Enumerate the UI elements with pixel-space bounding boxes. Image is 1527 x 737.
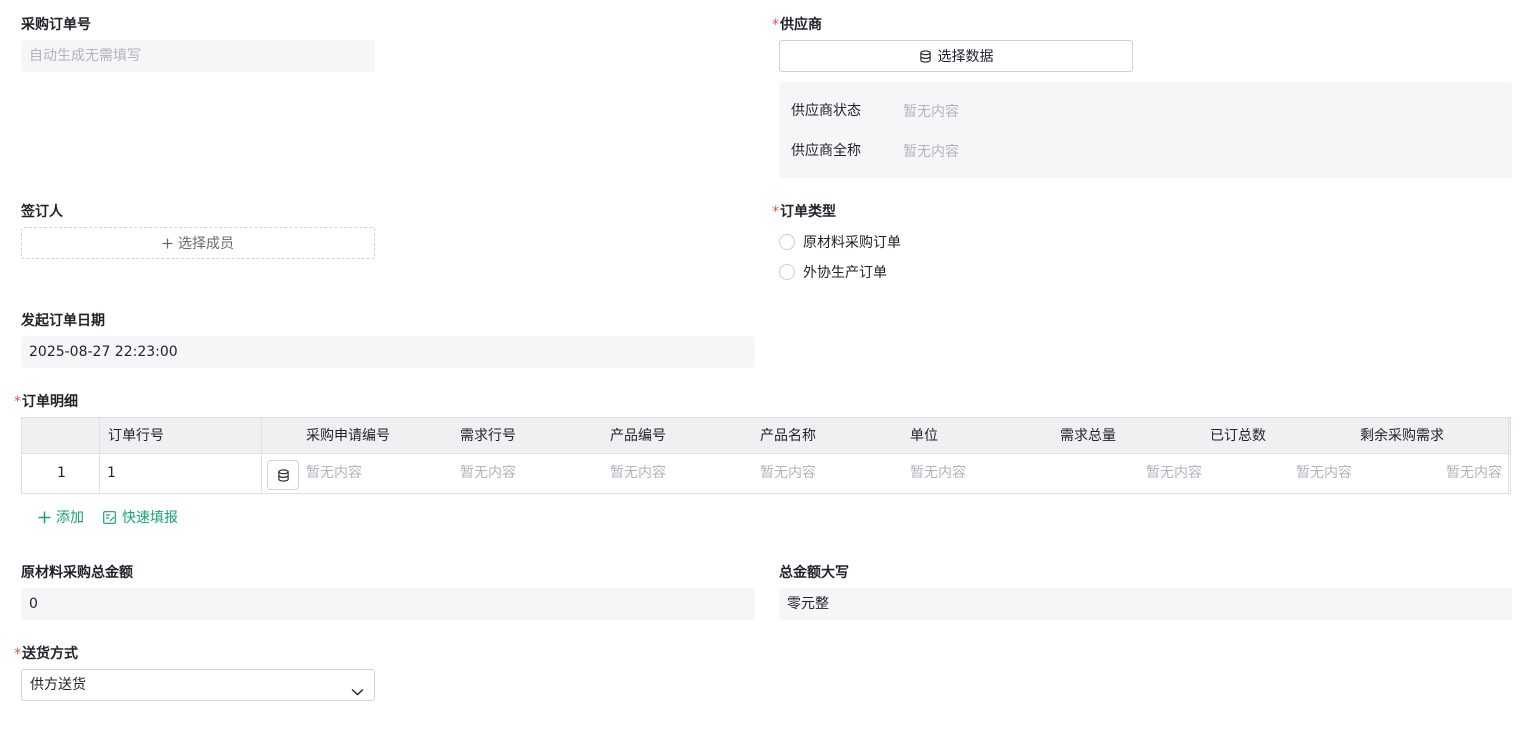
cell-product-code: 暂无内容: [610, 465, 666, 481]
total-amount-field: 0: [21, 588, 755, 620]
supplier-status-label: 供应商状态: [791, 103, 861, 119]
delivery-select[interactable]: 供方送货: [21, 669, 375, 701]
column-header: 产品编号: [610, 428, 666, 444]
select-supplier-button[interactable]: 选择数据: [779, 40, 1133, 72]
table-header: 订单行号 采购申请编号 需求行号 产品编号 产品名称 单位 需求总量 已订总数 …: [22, 418, 1510, 454]
supplier-label-text: 供应商: [780, 17, 822, 33]
delivery-label-text: 送货方式: [22, 646, 78, 662]
order-date-field: 2025-08-27 22:23:00: [21, 336, 755, 368]
cell-unit: 暂无内容: [910, 465, 966, 481]
po-number-label: 采购订单号: [21, 17, 91, 33]
column-divider: [1508, 418, 1509, 493]
signer-label: 签订人: [21, 204, 63, 220]
supplier-fullname-value: 暂无内容: [903, 144, 959, 160]
cell-line-no[interactable]: 1: [107, 454, 116, 493]
quick-fill-button[interactable]: 快速填报: [103, 507, 178, 527]
radio-circle[interactable]: [779, 264, 795, 280]
cell-remaining: 暂无内容: [1446, 465, 1502, 481]
amount-capital-field: 零元整: [779, 588, 1512, 620]
database-icon: [919, 49, 932, 63]
quick-fill-label: 快速填报: [122, 510, 178, 526]
order-type-option-outsourcing[interactable]: 外协生产订单: [779, 262, 887, 282]
delivery-select-value: 供方送货: [30, 677, 86, 693]
add-row-button[interactable]: 添加: [38, 507, 84, 527]
order-details-label-text: 订单明细: [22, 394, 78, 410]
order-type-option-raw-material[interactable]: 原材料采购订单: [779, 232, 901, 252]
column-header: 单位: [910, 428, 938, 444]
required-mark: *: [772, 17, 779, 33]
supplier-label: *供应商: [772, 15, 822, 35]
order-type-label-text: 订单类型: [780, 204, 836, 220]
radio-circle[interactable]: [779, 234, 795, 250]
column-header: 剩余采购需求: [1360, 428, 1444, 444]
cell-request-no: 暂无内容: [306, 465, 362, 481]
order-details-table: 订单行号 采购申请编号 需求行号 产品编号 产品名称 单位 需求总量 已订总数 …: [21, 417, 1511, 494]
select-supplier-label: 选择数据: [937, 49, 994, 65]
cell-demand-line: 暂无内容: [460, 465, 516, 481]
column-divider: [99, 418, 100, 493]
order-date-label: 发起订单日期: [21, 313, 105, 329]
amount-capital-label: 总金额大写: [779, 565, 849, 581]
cell-total-demand: 暂无内容: [1146, 465, 1202, 481]
select-member-label: 选择成员: [178, 236, 234, 252]
radio-label: 原材料采购订单: [803, 235, 901, 251]
supplier-info-panel: 供应商状态 暂无内容 供应商全称 暂无内容: [779, 82, 1512, 178]
required-mark: *: [14, 646, 21, 662]
order-type-label: *订单类型: [772, 202, 836, 222]
database-icon: [277, 468, 290, 482]
required-mark: *: [772, 204, 779, 220]
pick-request-button[interactable]: [267, 460, 299, 490]
column-divider: [261, 418, 262, 493]
quick-fill-icon: [103, 510, 116, 524]
column-header: 产品名称: [760, 428, 816, 444]
add-row-label: 添加: [56, 510, 84, 526]
column-header: 采购申请编号: [306, 428, 390, 444]
total-amount-label: 原材料采购总金额: [21, 565, 133, 581]
column-header: 订单行号: [108, 428, 164, 444]
supplier-status-value: 暂无内容: [903, 104, 959, 120]
column-header: 已订总数: [1210, 428, 1266, 444]
cell-ordered-total: 暂无内容: [1296, 465, 1352, 481]
column-header: 需求总量: [1060, 428, 1116, 444]
plus-icon: [162, 238, 173, 249]
order-details-label: *订单明细: [14, 392, 78, 412]
chevron-down-icon: [351, 679, 364, 709]
required-mark: *: [14, 394, 21, 410]
delivery-label: *送货方式: [14, 644, 78, 664]
supplier-fullname-label: 供应商全称: [791, 143, 861, 159]
select-member-button[interactable]: 选择成员: [21, 227, 375, 259]
po-number-field: 自动生成无需填写: [21, 40, 375, 72]
row-index: 1: [57, 465, 66, 481]
radio-label: 外协生产订单: [803, 265, 887, 281]
plus-icon: [38, 511, 51, 524]
cell-product-name: 暂无内容: [760, 465, 816, 481]
column-header: 需求行号: [460, 428, 516, 444]
